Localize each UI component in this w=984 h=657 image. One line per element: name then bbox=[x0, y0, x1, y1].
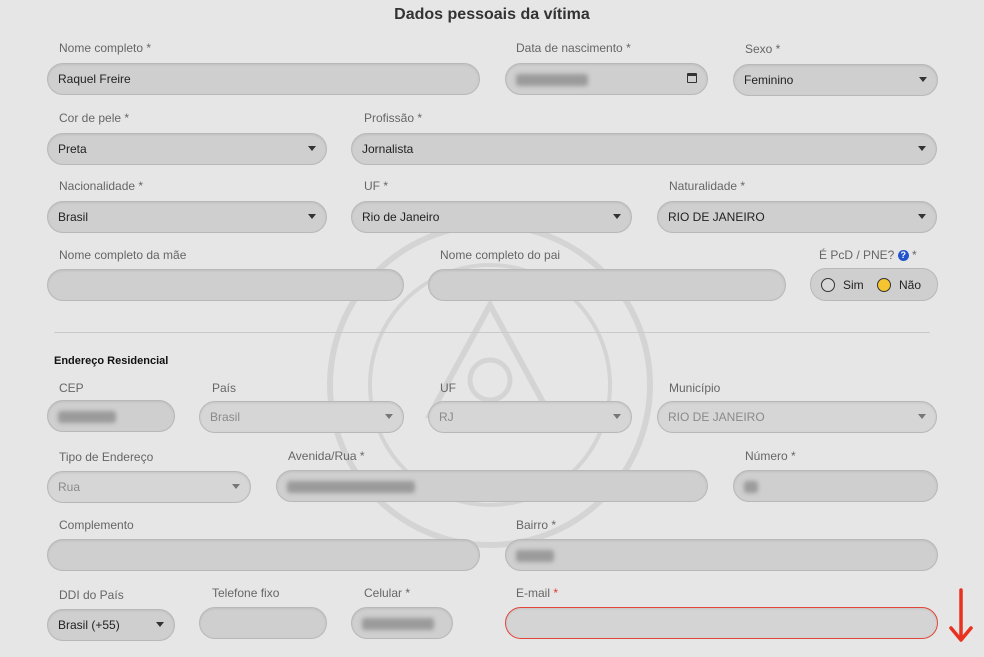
chevron-down-icon bbox=[156, 622, 164, 627]
email-input[interactable] bbox=[505, 607, 938, 639]
ddi-label: DDI do País bbox=[59, 588, 124, 602]
chevron-down-icon bbox=[385, 414, 393, 419]
chevron-down-icon bbox=[613, 414, 621, 419]
chevron-down-icon bbox=[918, 414, 926, 419]
address-section-title: Endereço Residencial bbox=[54, 355, 169, 367]
cor-pele-label: Cor de pele * bbox=[59, 111, 130, 125]
telefone-fixo-label: Telefone fixo bbox=[212, 586, 280, 600]
pais-label: País bbox=[212, 381, 237, 395]
redacted-cep bbox=[58, 410, 116, 423]
nome-completo-input[interactable]: Raquel Freire bbox=[47, 63, 480, 95]
bairro-label: Bairro * bbox=[516, 518, 557, 532]
chevron-down-icon bbox=[918, 146, 926, 151]
watermark-emblem bbox=[327, 222, 653, 548]
sexo-value: Feminino bbox=[744, 73, 794, 87]
avenida-rua-input[interactable] bbox=[276, 470, 708, 502]
celular-label: Celular * bbox=[364, 586, 411, 600]
data-nascimento-input[interactable] bbox=[505, 63, 708, 95]
sexo-label: Sexo * bbox=[745, 42, 781, 56]
chevron-down-icon bbox=[308, 146, 316, 151]
section-divider bbox=[54, 332, 930, 333]
nome-mae-input[interactable] bbox=[47, 269, 404, 301]
address-uf-label: UF bbox=[440, 381, 456, 395]
redacted-number bbox=[744, 480, 758, 493]
nome-pai-label: Nome completo do pai bbox=[440, 248, 561, 262]
nacionalidade-label: Nacionalidade * bbox=[59, 179, 144, 193]
nome-completo-value: Raquel Freire bbox=[58, 72, 131, 86]
redacted-date bbox=[516, 73, 588, 86]
profissao-value: Jornalista bbox=[362, 142, 414, 156]
arrow-down-icon bbox=[949, 588, 973, 642]
redacted-bairro bbox=[516, 549, 554, 562]
pcd-radio-sim[interactable] bbox=[821, 278, 835, 292]
cor-pele-value: Preta bbox=[58, 142, 87, 156]
uf-value: Rio de Janeiro bbox=[362, 210, 440, 224]
avenida-rua-label: Avenida/Rua * bbox=[288, 449, 365, 463]
address-uf-value: RJ bbox=[439, 410, 454, 424]
data-nascimento-label: Data de nascimento * bbox=[516, 41, 631, 55]
pcd-option-sim-label[interactable]: Sim bbox=[843, 278, 864, 292]
pcd-label: É PcD / PNE? ? * bbox=[819, 248, 917, 262]
complemento-label: Complemento bbox=[59, 518, 134, 532]
uf-label: UF * bbox=[364, 179, 388, 193]
chevron-down-icon bbox=[308, 214, 316, 219]
municipio-value: RIO DE JANEIRO bbox=[668, 410, 765, 424]
redacted-celular bbox=[362, 617, 434, 630]
help-icon[interactable]: ? bbox=[897, 250, 909, 261]
tipo-endereco-value: Rua bbox=[58, 480, 81, 494]
chevron-down-icon bbox=[232, 484, 240, 489]
sexo-select[interactable]: Feminino bbox=[733, 64, 938, 96]
page-title: Dados pessoais da vítima bbox=[394, 6, 590, 23]
email-label-text: E-mail bbox=[516, 586, 551, 600]
municipio-select[interactable]: RIO DE JANEIRO bbox=[657, 401, 937, 433]
bairro-input[interactable] bbox=[505, 539, 938, 571]
nome-pai-input[interactable] bbox=[428, 269, 786, 301]
complemento-input[interactable] bbox=[47, 539, 480, 571]
numero-input[interactable] bbox=[733, 470, 938, 502]
pais-value: Brasil bbox=[210, 410, 241, 424]
pcd-label-text: É PcD / PNE? bbox=[819, 248, 895, 262]
cep-input[interactable] bbox=[47, 400, 175, 432]
celular-input[interactable] bbox=[351, 607, 453, 639]
chevron-down-icon bbox=[613, 214, 621, 219]
tipo-endereco-label: Tipo de Endereço bbox=[59, 450, 154, 464]
numero-label: Número * bbox=[745, 449, 796, 463]
email-required-star: * bbox=[553, 586, 559, 600]
email-label: E-mail * bbox=[516, 586, 558, 600]
profissao-select[interactable]: Jornalista bbox=[351, 133, 937, 165]
pcd-radio-group: Sim Não bbox=[810, 268, 938, 301]
nacionalidade-value: Brasil bbox=[58, 210, 89, 224]
naturalidade-select[interactable]: RIO DE JANEIRO bbox=[657, 201, 937, 233]
tipo-endereco-select[interactable]: Rua bbox=[47, 471, 251, 503]
chevron-down-icon bbox=[918, 214, 926, 219]
chevron-down-icon bbox=[919, 77, 927, 82]
naturalidade-label: Naturalidade * bbox=[669, 179, 746, 193]
ddi-value: Brasil (+55) bbox=[58, 618, 120, 632]
cor-pele-select[interactable]: Preta bbox=[47, 133, 327, 165]
pcd-required-star: * bbox=[912, 248, 917, 262]
nome-mae-label: Nome completo da mãe bbox=[59, 248, 187, 262]
uf-select[interactable]: Rio de Janeiro bbox=[351, 201, 632, 233]
profissao-label: Profissão * bbox=[364, 111, 423, 125]
calendar-icon[interactable] bbox=[687, 73, 697, 83]
naturalidade-value: RIO DE JANEIRO bbox=[668, 210, 765, 224]
ddi-select[interactable]: Brasil (+55) bbox=[47, 609, 175, 641]
nome-completo-label: Nome completo * bbox=[59, 41, 152, 55]
redacted-street bbox=[287, 480, 415, 493]
pais-select[interactable]: Brasil bbox=[199, 401, 404, 433]
cep-label: CEP bbox=[59, 381, 84, 395]
address-uf-select[interactable]: RJ bbox=[428, 401, 632, 433]
municipio-label: Município bbox=[669, 381, 721, 395]
telefone-fixo-input[interactable] bbox=[199, 607, 327, 639]
pcd-option-nao-label[interactable]: Não bbox=[899, 278, 921, 292]
pcd-radio-nao[interactable] bbox=[877, 278, 891, 292]
nacionalidade-select[interactable]: Brasil bbox=[47, 201, 327, 233]
